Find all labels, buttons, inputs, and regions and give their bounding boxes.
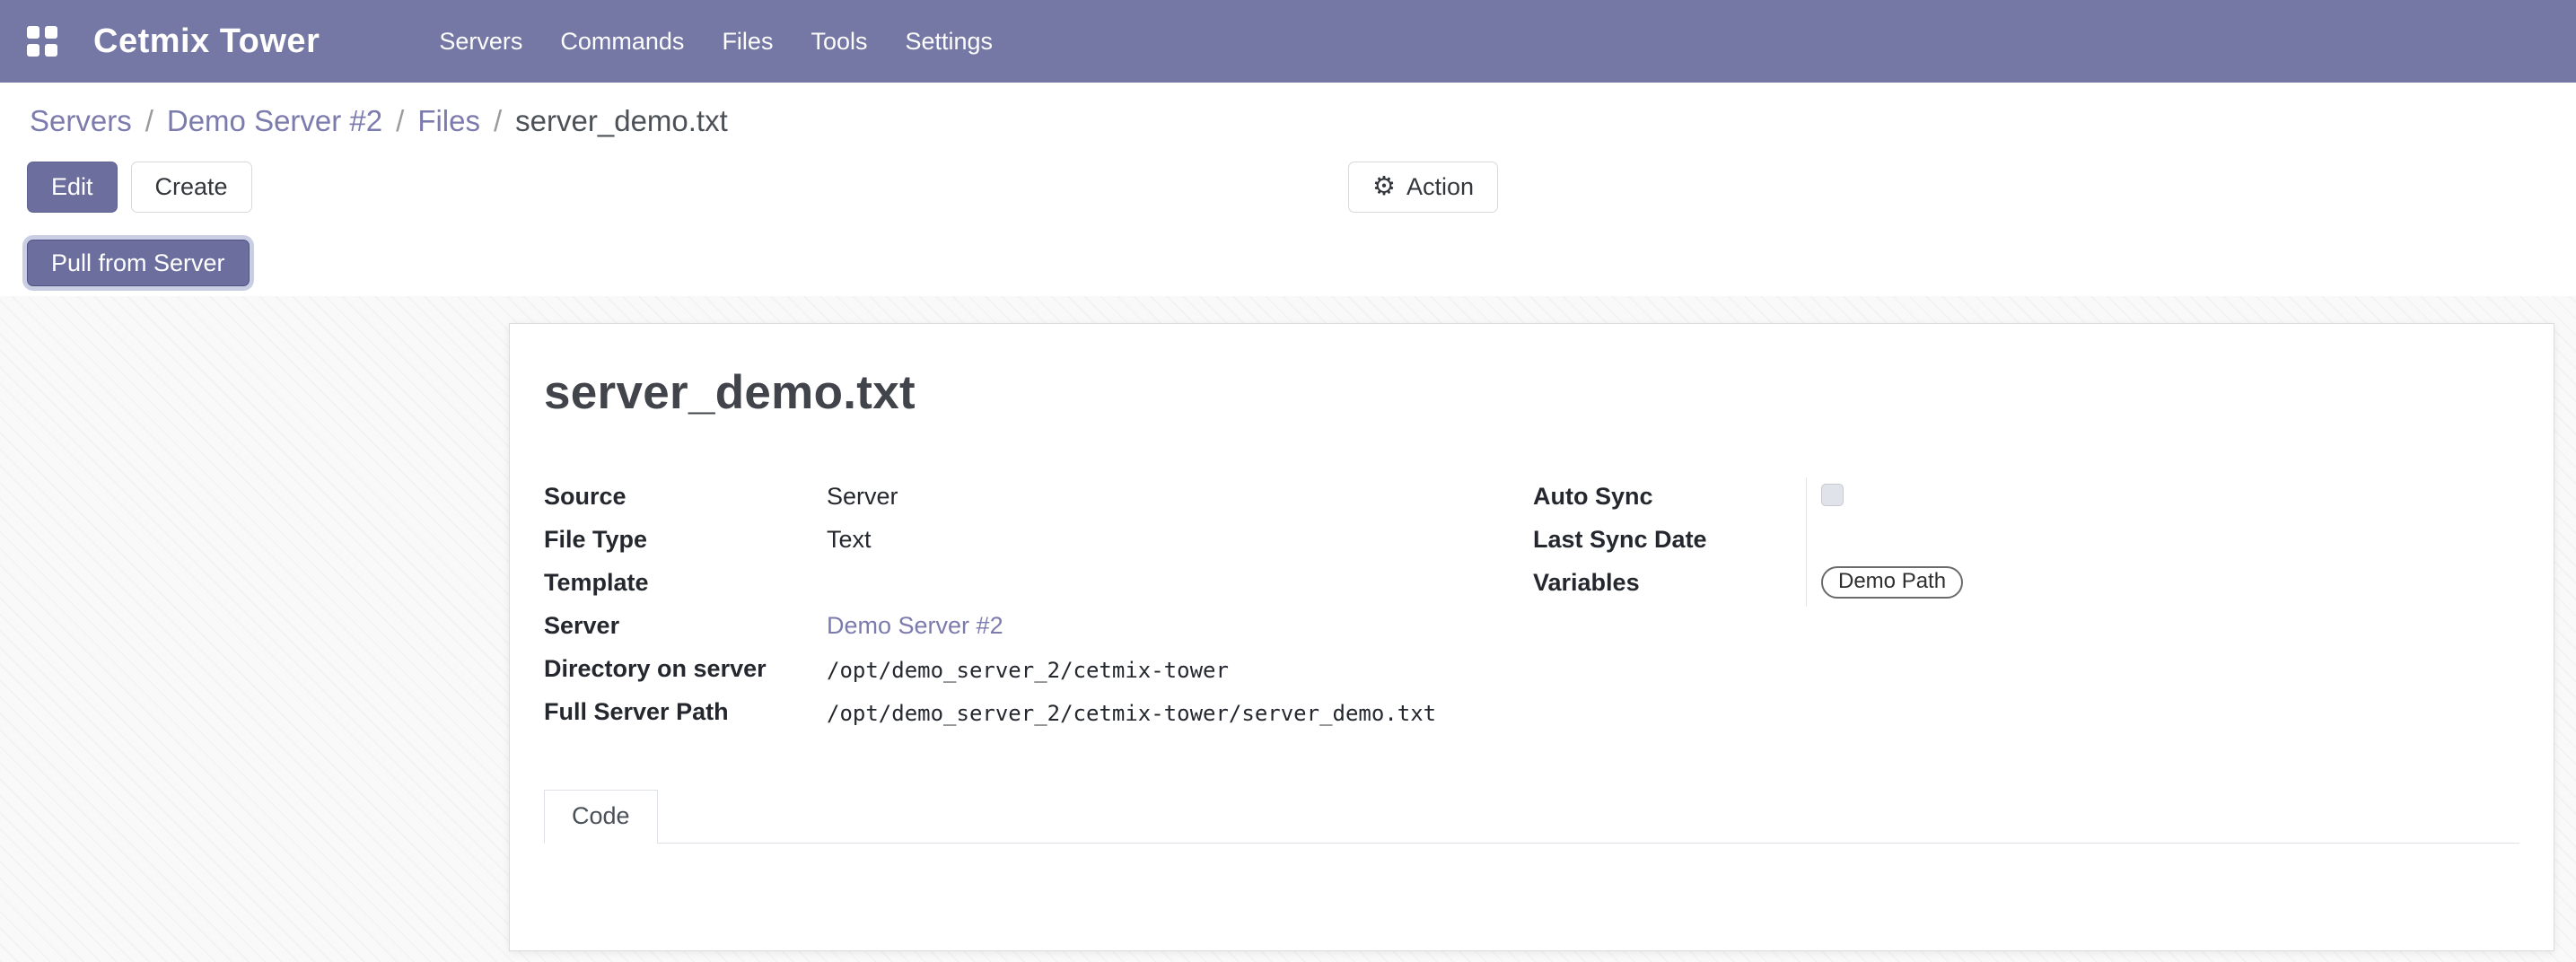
button-row: Edit Create ⚙ Action bbox=[27, 162, 2576, 213]
action-menu: ⚙ Action bbox=[1348, 162, 1498, 213]
field-row-server: Server Demo Server #2 bbox=[544, 607, 1533, 650]
notebook-tabs: Code bbox=[544, 790, 2519, 844]
field-row-last-sync-date: Last Sync Date bbox=[1533, 520, 2519, 564]
field-row-directory: Directory on server /opt/demo_server_2/c… bbox=[544, 650, 1533, 693]
breadcrumb-separator: / bbox=[396, 104, 404, 138]
field-label: Full Server Path bbox=[544, 693, 827, 728]
field-row-template: Template bbox=[544, 564, 1533, 607]
breadcrumb: Servers / Demo Server #2 / Files / serve… bbox=[27, 104, 2576, 138]
field-row-source: Source Server bbox=[544, 477, 1533, 520]
gear-icon: ⚙ bbox=[1372, 174, 1396, 200]
tab-code-content bbox=[544, 844, 2519, 942]
menu-item-servers[interactable]: Servers bbox=[420, 0, 541, 83]
field-label: Source bbox=[544, 477, 827, 512]
menu-item-tools[interactable]: Tools bbox=[792, 0, 886, 83]
field-value-file-type: Text bbox=[827, 520, 872, 555]
control-panel: Servers / Demo Server #2 / Files / serve… bbox=[0, 83, 2576, 296]
action-dropdown-label: Action bbox=[1406, 173, 1474, 201]
field-label: Template bbox=[544, 564, 827, 599]
breadcrumb-servers[interactable]: Servers bbox=[30, 104, 132, 138]
field-value-variables: Demo Path bbox=[1806, 564, 2519, 607]
record-title: server_demo.txt bbox=[544, 365, 2519, 420]
apps-grid-icon[interactable] bbox=[27, 26, 57, 57]
tab-code[interactable]: Code bbox=[544, 790, 658, 844]
field-label: Variables bbox=[1533, 564, 1806, 599]
main-menu: Servers Commands Files Tools Settings bbox=[420, 0, 1012, 83]
app-brand[interactable]: Cetmix Tower bbox=[93, 22, 320, 61]
top-navbar: Cetmix Tower Servers Commands Files Tool… bbox=[0, 0, 2576, 83]
record-button-row: Pull from Server bbox=[27, 240, 2576, 286]
apps-grid-square bbox=[27, 44, 39, 57]
apps-grid-square bbox=[27, 26, 39, 39]
edit-button[interactable]: Edit bbox=[27, 162, 118, 213]
breadcrumb-separator: / bbox=[145, 104, 153, 138]
field-label: Auto Sync bbox=[1533, 477, 1806, 512]
field-value-auto-sync bbox=[1806, 477, 2519, 520]
breadcrumb-demo-server-2[interactable]: Demo Server #2 bbox=[167, 104, 382, 138]
field-label: File Type bbox=[544, 520, 827, 555]
content-area: server_demo.txt Source Server File Type … bbox=[0, 296, 2576, 962]
menu-item-settings[interactable]: Settings bbox=[886, 0, 1012, 83]
field-value-server: Demo Server #2 bbox=[827, 607, 1003, 642]
field-group-right: Auto Sync Last Sync Date Variables Demo … bbox=[1533, 477, 2519, 736]
form-sheet: server_demo.txt Source Server File Type … bbox=[509, 323, 2554, 951]
apps-grid-square bbox=[45, 26, 57, 39]
server-record-link[interactable]: Demo Server #2 bbox=[827, 612, 1003, 639]
menu-item-files[interactable]: Files bbox=[703, 0, 792, 83]
pull-from-server-button[interactable]: Pull from Server bbox=[27, 240, 250, 286]
page: Cetmix Tower Servers Commands Files Tool… bbox=[0, 0, 2576, 962]
field-value-directory: /opt/demo_server_2/cetmix-tower bbox=[827, 650, 1229, 684]
create-button[interactable]: Create bbox=[131, 162, 252, 213]
menu-item-commands[interactable]: Commands bbox=[541, 0, 703, 83]
breadcrumb-current: server_demo.txt bbox=[515, 104, 728, 138]
apps-grid-square bbox=[45, 44, 57, 57]
field-row-auto-sync: Auto Sync bbox=[1533, 477, 2519, 520]
variable-tag: Demo Path bbox=[1821, 566, 1963, 599]
breadcrumb-separator: / bbox=[494, 104, 502, 138]
field-value-last-sync-date bbox=[1806, 520, 2519, 564]
field-row-full-path: Full Server Path /opt/demo_server_2/cetm… bbox=[544, 693, 1533, 736]
field-group-left: Source Server File Type Text Template Se… bbox=[544, 477, 1533, 736]
field-groups: Source Server File Type Text Template Se… bbox=[544, 477, 2519, 736]
breadcrumb-files[interactable]: Files bbox=[417, 104, 480, 138]
field-value-full-path: /opt/demo_server_2/cetmix-tower/server_d… bbox=[827, 693, 1436, 727]
action-dropdown-button[interactable]: ⚙ Action bbox=[1348, 162, 1498, 213]
field-label: Directory on server bbox=[544, 650, 827, 685]
field-label: Server bbox=[544, 607, 827, 642]
field-value-source: Server bbox=[827, 477, 898, 512]
field-label: Last Sync Date bbox=[1533, 520, 1806, 555]
field-row-file-type: File Type Text bbox=[544, 520, 1533, 564]
auto-sync-checkbox[interactable] bbox=[1821, 484, 1844, 506]
field-row-variables: Variables Demo Path bbox=[1533, 564, 2519, 607]
